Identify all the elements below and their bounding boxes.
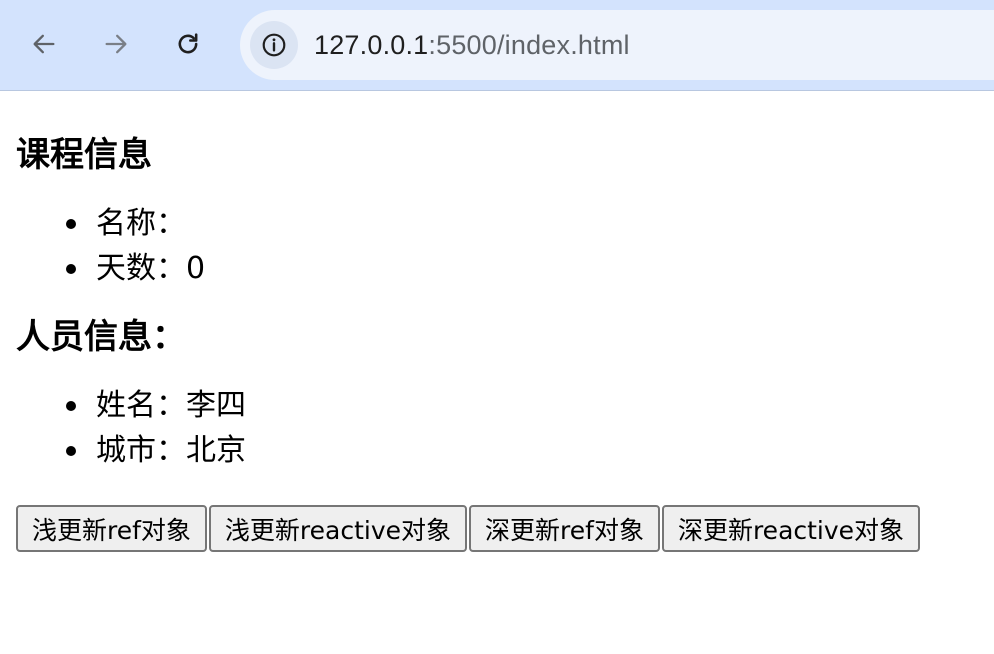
deep-update-reactive-button[interactable]: 深更新reactive对象	[661, 505, 921, 552]
site-info-button[interactable]	[250, 21, 298, 69]
person-city-value: 北京	[186, 433, 246, 468]
reload-icon	[178, 33, 198, 54]
shallow-update-reactive-button[interactable]: 浅更新reactive对象	[208, 505, 468, 552]
arrow-right-icon	[105, 34, 127, 54]
course-name-label: 名称：	[96, 206, 186, 241]
url-path: :5500/index.html	[428, 29, 630, 60]
list-item: 姓名：李四	[66, 383, 978, 428]
forward-button[interactable]	[94, 22, 138, 66]
course-info-list: 名称： 天数：0	[16, 201, 978, 291]
course-days-value: 0	[186, 251, 206, 286]
person-heading: 人员信息：	[16, 317, 186, 357]
address-bar[interactable]: 127.0.0.1:5500/index.html	[240, 10, 994, 80]
deep-update-ref-button[interactable]: 深更新ref对象	[469, 505, 660, 552]
url-host: 127.0.0.1	[314, 29, 429, 60]
info-icon	[262, 33, 286, 57]
shallow-update-ref-button[interactable]: 浅更新ref对象	[16, 505, 207, 552]
person-info-list: 姓名：李四 城市：北京	[16, 383, 978, 473]
page-content: 课程信息 名称： 天数：0 人员信息： 姓名：李四 城市：北京 浅更新ref对象…	[0, 91, 994, 552]
person-name-value: 李四	[186, 388, 246, 423]
action-buttons: 浅更新ref对象 浅更新reactive对象 深更新ref对象 深更新react…	[16, 505, 978, 552]
list-item: 名称：	[66, 201, 978, 246]
person-city-label: 城市：	[96, 433, 186, 468]
person-name-label: 姓名：	[96, 388, 186, 423]
back-button[interactable]	[22, 22, 66, 66]
list-item: 城市：北京	[66, 428, 978, 473]
course-heading: 课程信息	[16, 135, 152, 175]
course-days-label: 天数：	[96, 251, 186, 286]
browser-toolbar: 127.0.0.1:5500/index.html	[0, 0, 994, 91]
reload-button[interactable]	[166, 22, 210, 66]
arrow-left-icon	[33, 34, 55, 54]
list-item: 天数：0	[66, 246, 978, 291]
url-text: 127.0.0.1:5500/index.html	[314, 30, 630, 61]
